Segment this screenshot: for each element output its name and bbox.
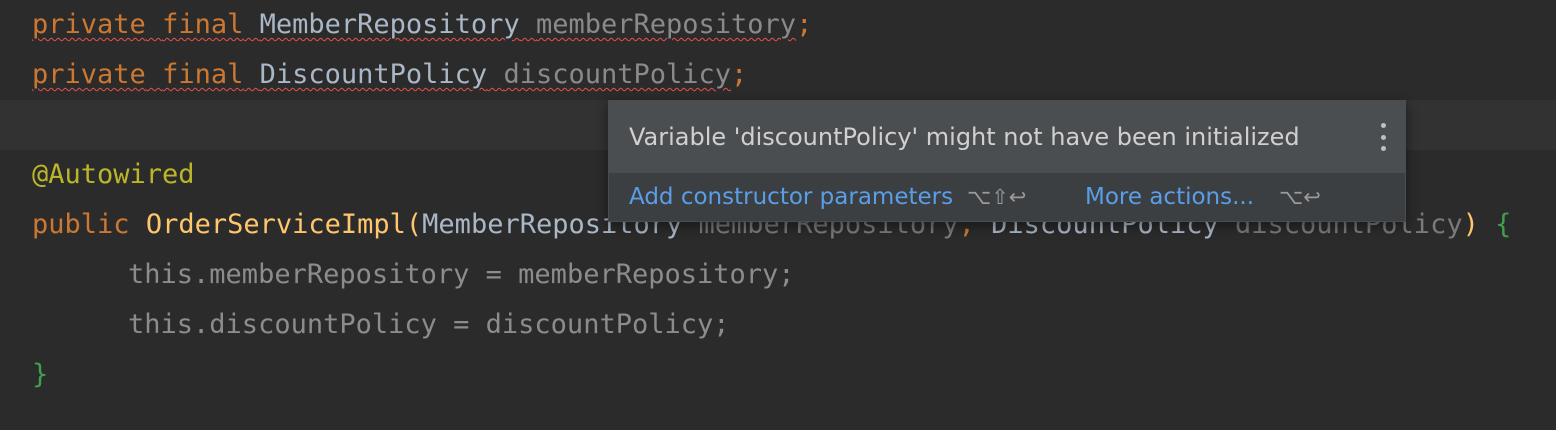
kebab-menu-icon[interactable] (1375, 123, 1391, 151)
shortcut-hint: ⌥↩ (1279, 185, 1321, 209)
keyword: private (32, 59, 146, 90)
kebab-dot (1380, 134, 1386, 140)
semicolon: ; (778, 259, 795, 290)
code-line-6[interactable]: this.memberRepository = memberRepository… (128, 250, 795, 300)
equals: = (469, 259, 519, 290)
semicolon: ; (713, 309, 730, 340)
this-keyword: this (128, 309, 194, 340)
keyword: final (162, 9, 244, 40)
code-line-1[interactable]: private final MemberRepository memberRep… (32, 0, 812, 50)
inspection-popup[interactable]: Variable 'discountPolicy' might not have… (608, 100, 1406, 222)
dot: . (193, 309, 210, 340)
open-brace: { (1495, 209, 1512, 240)
annotation: @Autowired (32, 159, 195, 190)
semicolon: ; (731, 59, 748, 90)
field-name: memberRepository (209, 259, 470, 290)
keyword: private (32, 9, 146, 40)
shortcut-hint: ⌥⇧↩ (967, 185, 1027, 209)
type-name: MemberRepository (259, 9, 520, 40)
value: discountPolicy (485, 309, 714, 340)
open-paren: ( (405, 209, 423, 240)
popup-actions: Add constructor parameters ⌥⇧↩ More acti… (609, 173, 1405, 221)
keyword: public (32, 209, 130, 240)
equals: = (436, 309, 486, 340)
keyword: final (162, 59, 244, 90)
code-line-4[interactable]: @Autowired (32, 150, 195, 200)
value: memberRepository (518, 259, 779, 290)
kebab-dot (1380, 123, 1386, 128)
kebab-dot (1380, 146, 1386, 151)
popup-message-area: Variable 'discountPolicy' might not have… (609, 101, 1405, 173)
field-name: memberRepository (535, 9, 797, 40)
close-paren: ) (1462, 209, 1479, 240)
field-name: discountPolicy (503, 59, 732, 90)
constructor-name: OrderServiceImpl (145, 209, 406, 240)
field-name: discountPolicy (209, 309, 437, 340)
more-actions-link[interactable]: More actions... (1085, 173, 1254, 221)
dot: . (193, 259, 210, 290)
code-line-8[interactable]: } (32, 350, 48, 400)
inspection-message: Variable 'discountPolicy' might not have… (629, 123, 1300, 151)
semicolon: ; (796, 9, 813, 40)
code-editor[interactable]: private final MemberRepository memberRep… (0, 0, 1556, 430)
close-brace: } (32, 359, 49, 390)
type-name: DiscountPolicy (259, 59, 488, 90)
this-keyword: this (128, 259, 194, 290)
add-constructor-parameters-link[interactable]: Add constructor parameters (629, 173, 953, 221)
code-line-7[interactable]: this.discountPolicy = discountPolicy; (128, 300, 730, 350)
code-line-2[interactable]: private final DiscountPolicy discountPol… (32, 50, 747, 100)
